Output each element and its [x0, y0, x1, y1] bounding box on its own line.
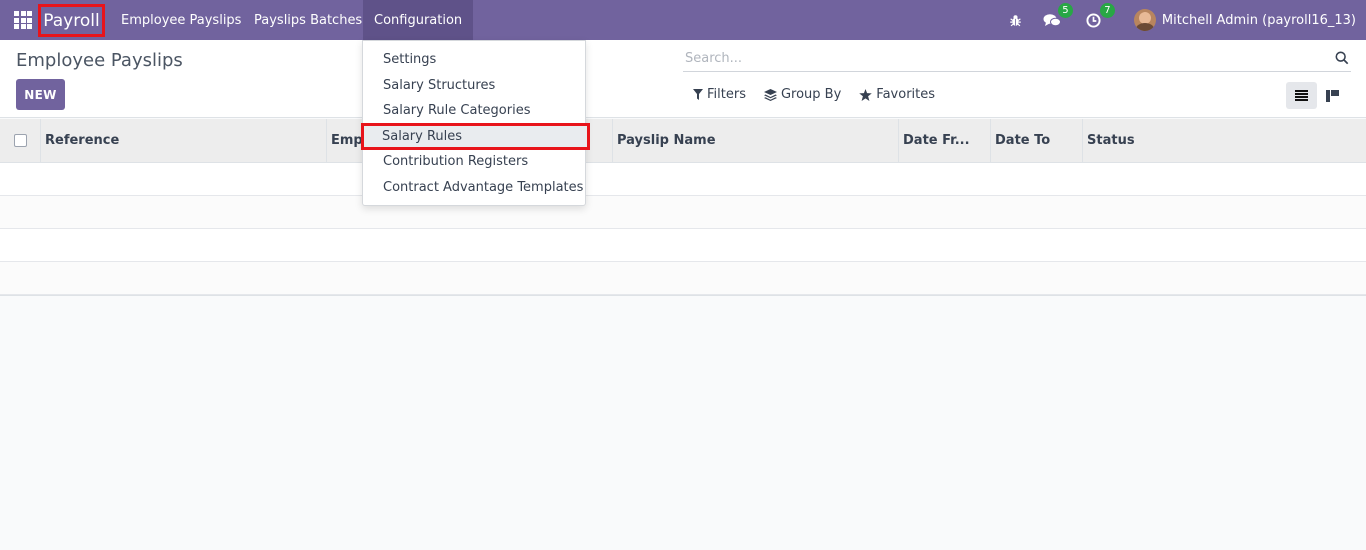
configuration-dropdown: Settings Salary Structures Salary Rule C… [361, 40, 590, 206]
config-menu-settings[interactable]: Settings [363, 47, 585, 73]
messages-badge: 5 [1057, 3, 1073, 18]
config-menu-contract-advantage-templates[interactable]: Contract Advantage Templates [363, 175, 585, 201]
app-brand[interactable]: Payroll [38, 4, 105, 37]
user-menu-label[interactable]: Mitchell Admin (payroll16_13) [1162, 13, 1356, 28]
search-input[interactable] [683, 51, 1313, 66]
bug-icon[interactable] [1006, 10, 1026, 30]
clock-icon[interactable]: 7 [1084, 3, 1115, 30]
filters-button[interactable]: Filters [693, 87, 746, 102]
column-status[interactable]: Status [1082, 118, 1366, 163]
table-row [0, 163, 1366, 196]
kanban-view-icon[interactable] [1317, 82, 1348, 109]
table-row [0, 196, 1366, 229]
list-view-icon[interactable] [1286, 82, 1317, 109]
table-row [0, 229, 1366, 262]
config-menu-salary-rule-categories[interactable]: Salary Rule Categories [363, 98, 585, 124]
view-switcher [1286, 82, 1348, 109]
search-options: Filters Group By Favorites [693, 87, 953, 102]
search-icon[interactable] [1335, 51, 1349, 69]
config-menu-contribution-registers[interactable]: Contribution Registers [363, 149, 585, 175]
search-bar [683, 46, 1351, 72]
table-row [0, 262, 1366, 295]
favorites-label: Favorites [876, 87, 936, 102]
payslips-table: Reference Empl Payslip Name Date Fr... D… [0, 118, 1366, 296]
new-button[interactable]: NEW [16, 79, 65, 110]
column-date-from[interactable]: Date Fr... [898, 118, 990, 163]
chat-icon[interactable]: 5 [1042, 3, 1073, 30]
top-navbar: Payroll Employee Payslips Payslips Batch… [0, 0, 1366, 40]
config-menu-salary-structures[interactable]: Salary Structures [363, 73, 585, 99]
column-payslip-name[interactable]: Payslip Name [612, 118, 898, 163]
favorites-button[interactable]: Favorites [859, 87, 935, 102]
column-reference[interactable]: Reference [40, 118, 326, 163]
menu-employee-payslips[interactable]: Employee Payslips [110, 0, 252, 40]
column-date-to[interactable]: Date To [990, 118, 1082, 163]
menu-configuration[interactable]: Configuration [363, 0, 474, 40]
table-divider [0, 295, 1366, 296]
table-header: Reference Empl Payslip Name Date Fr... D… [0, 118, 1366, 163]
select-all-cell [0, 119, 40, 163]
table-body [0, 163, 1366, 295]
group-by-button[interactable]: Group By [763, 87, 842, 102]
select-all-checkbox[interactable] [13, 134, 27, 147]
app-menu-icon[interactable] [4, 0, 42, 40]
page-title: Employee Payslips [16, 50, 183, 71]
avatar[interactable] [1133, 9, 1156, 31]
filters-label: Filters [707, 87, 746, 102]
layers-icon [763, 88, 777, 101]
config-menu-salary-rules[interactable]: Salary Rules [361, 122, 590, 150]
control-panel: Employee Payslips NEW Filters Group By F… [0, 40, 1366, 118]
group-by-label: Group By [780, 87, 842, 102]
star-icon [859, 88, 873, 101]
menu-payslips-batches[interactable]: Payslips Batches [243, 0, 373, 40]
activities-badge: 7 [1099, 3, 1115, 18]
filter-icon [693, 89, 703, 100]
